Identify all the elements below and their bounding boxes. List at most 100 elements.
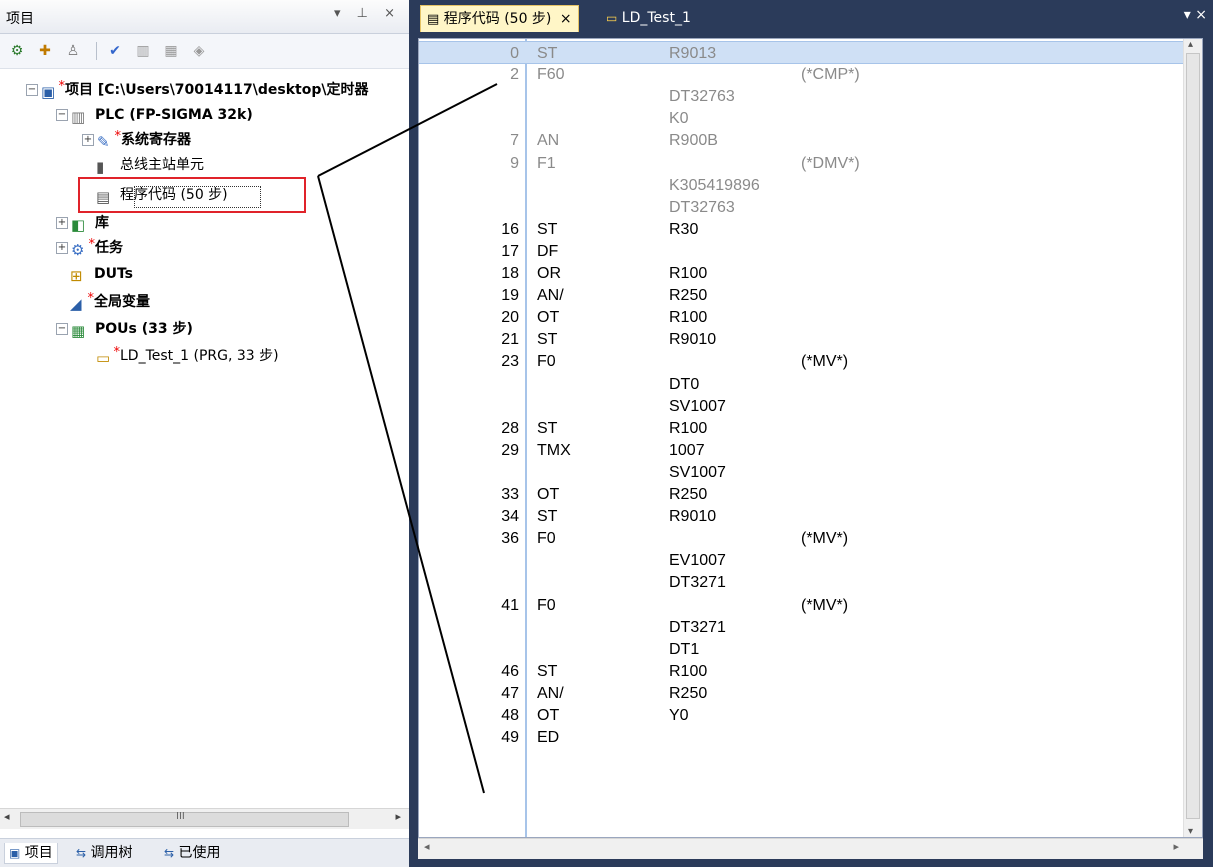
program-code-editor[interactable]: 0 ST R9013 2 F60 (*CMP*) DT32763 K0 7 AN R900B 9 F1 (… — [418, 38, 1203, 838]
operand: R100 — [669, 309, 708, 327]
code-line[interactable]: 0 ST R9013 — [419, 41, 1184, 64]
operand: DT0 — [669, 375, 700, 393]
tree-item[interactable]: + ◧ 库 — [56, 211, 109, 235]
add-project-icon[interactable]: ⚙ — [8, 42, 26, 60]
tree-item-label: 全局变量 — [94, 294, 150, 310]
user-icon[interactable]: ♙ — [64, 42, 82, 60]
tab-used[interactable]: ⇆ 已使用 — [164, 843, 221, 863]
code-line[interactable]: 23 F0 (*MV*) — [419, 350, 1184, 373]
code-line[interactable]: 28 ST R100 — [419, 417, 1184, 440]
editor-scroll-thumb[interactable] — [1186, 53, 1200, 819]
code-line[interactable]: 20 OT R100 — [419, 306, 1184, 329]
code-line[interactable]: 49 ED — [419, 726, 1184, 749]
editor-scroll-right-icon[interactable]: ▸ — [1173, 840, 1179, 853]
tree-item[interactable]: ▭ * LD_Test_1 (PRG, 33 步) — [96, 344, 279, 368]
code-line[interactable]: 2 F60 (*CMP*) — [419, 63, 1184, 86]
code-line[interactable]: 46 ST R100 — [419, 660, 1184, 683]
editor-vertical-scrollbar[interactable]: ▴ ▾ — [1183, 39, 1202, 837]
code-line[interactable]: DT32763 — [419, 196, 1184, 219]
code-line[interactable]: EV1007 — [419, 549, 1184, 572]
layers-icon[interactable]: ◈ — [190, 42, 208, 60]
step-number: 41 — [501, 596, 519, 614]
tree-item[interactable]: − ▥ PLC (FP-SIGMA 32k) — [56, 103, 253, 127]
code-line[interactable]: 47 AN/R250 — [419, 682, 1184, 705]
library-add-icon[interactable]: ▦ — [162, 42, 180, 60]
pane-window-controls[interactable]: ▾ ⊥ × — [334, 6, 401, 21]
code-line[interactable]: 34 ST R9010 — [419, 505, 1184, 528]
code-line[interactable]: 21 ST R9010 — [419, 328, 1184, 351]
plc-icon: ▥ — [71, 108, 86, 126]
tree-item[interactable]: − ▦ POUs (33 步) — [56, 317, 193, 341]
code-line[interactable]: 41 F0 (*MV*) — [419, 594, 1184, 617]
code-line[interactable]: 7 AN R900B — [419, 129, 1184, 152]
operand: DT32763 — [669, 198, 735, 216]
code-line[interactable]: 18 OR R100 — [419, 262, 1184, 285]
scroll-thumb[interactable]: III — [20, 811, 349, 827]
step-number: 21 — [501, 331, 519, 349]
bus-unit-icon: ▮ — [96, 158, 105, 176]
tab-ld-test-1[interactable]: ▭ LD_Test_1 — [600, 5, 697, 31]
collapse-icon[interactable]: − — [56, 109, 68, 121]
tree-item-label: 任务 — [95, 240, 123, 256]
tree-item-label: 项目 [C:\Users\70014117\desktop\定时器 — [65, 82, 369, 98]
tree-item[interactable]: ◢ * 全局变量 — [70, 290, 150, 314]
tree-horizontal-scrollbar[interactable]: ◂ III ▸ — [0, 808, 409, 829]
doc-tab-controls[interactable]: ▾ × — [1184, 7, 1207, 23]
code-line[interactable]: 19 AN/R250 — [419, 284, 1184, 307]
tab-call-tree[interactable]: ⇆ 调用树 — [76, 843, 133, 863]
expand-icon[interactable]: + — [56, 217, 68, 229]
step-number: 49 — [501, 729, 519, 747]
operand: R100 — [669, 265, 708, 282]
expand-icon[interactable]: + — [56, 242, 68, 254]
collapse-icon[interactable]: − — [56, 323, 68, 335]
code-line[interactable]: DT3271 — [419, 616, 1184, 639]
editor-scroll-left-icon[interactable]: ◂ — [424, 840, 430, 853]
library-icon: ◧ — [71, 216, 86, 234]
close-icon[interactable]: × — [560, 11, 572, 27]
code-line[interactable]: 16 ST R30 — [419, 218, 1184, 241]
code-line[interactable]: SV1007 — [419, 395, 1184, 418]
expand-icon[interactable]: + — [82, 134, 94, 146]
tab-program-code[interactable]: ▤ 程序代码 (50 步) × — [420, 5, 579, 32]
library-icon[interactable]: ▥ — [134, 42, 152, 60]
instruction: ED — [537, 729, 560, 747]
code-line[interactable]: DT0 — [419, 373, 1184, 396]
tree-item[interactable]: + ✎ * 系统寄存器 — [82, 128, 191, 152]
code-line[interactable]: DT32763 — [419, 85, 1184, 108]
tree-item[interactable]: + ⚙ * 任务 — [56, 236, 123, 260]
register-icon: ✎ * — [97, 129, 121, 151]
tree-item-label: 库 — [95, 215, 109, 231]
code-line[interactable]: 36 F0 (*MV*) — [419, 527, 1184, 550]
operand: DT3271 — [669, 574, 726, 592]
add-object-icon[interactable]: ✚ — [36, 42, 54, 60]
code-line[interactable]: DT3271 — [419, 571, 1184, 594]
scroll-down-icon[interactable]: ▾ — [1188, 826, 1193, 837]
tree-item[interactable]: − ▣ * 项目 [C:\Users\70014117\desktop\定时器 — [26, 78, 368, 102]
editor-horizontal-scrollbar[interactable]: ◂ ▸ — [418, 838, 1203, 859]
scroll-right-icon[interactable]: ▸ — [395, 810, 401, 823]
ld-program-icon: ▭ * — [96, 345, 120, 367]
code-line[interactable]: 48 OT Y0 — [419, 704, 1184, 727]
code-line[interactable]: K0 — [419, 107, 1184, 130]
scroll-up-icon[interactable]: ▴ — [1188, 39, 1193, 50]
code-line[interactable]: K305419896 — [419, 174, 1184, 197]
pane-splitter[interactable] — [409, 0, 418, 866]
check-icon[interactable]: ✔ — [106, 42, 124, 60]
instruction: AN/ — [537, 684, 564, 702]
scroll-left-icon[interactable]: ◂ — [4, 810, 10, 823]
code-line[interactable]: 29 TMX 1007 — [419, 439, 1184, 462]
code-line[interactable]: 33 OT R250 — [419, 483, 1184, 506]
code-line[interactable]: 17 DF — [419, 240, 1184, 263]
tree-item[interactable]: ▮ 总线主站单元 — [96, 153, 204, 177]
tab-program-code-label: 程序代码 (50 步) — [443, 11, 552, 27]
tree-item[interactable]: ⊞ DUTs — [70, 262, 133, 286]
tab-project[interactable]: ▣ 项目 — [4, 843, 58, 864]
code-line[interactable]: SV1007 — [419, 461, 1184, 484]
operand: K305419896 — [669, 176, 760, 194]
code-line[interactable]: 9 F1 (*DMV*) — [419, 152, 1184, 175]
code-line[interactable]: DT1 — [419, 638, 1184, 661]
operand: SV1007 — [669, 397, 726, 415]
step-number: 0 — [510, 45, 519, 62]
collapse-icon[interactable]: − — [26, 84, 38, 96]
tree-item-label: PLC (FP-SIGMA 32k) — [95, 107, 253, 123]
